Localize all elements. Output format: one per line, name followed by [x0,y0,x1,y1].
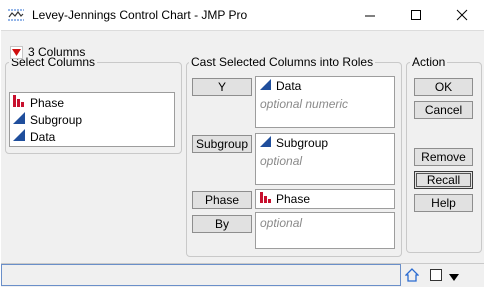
title-bar: Levey-Jennings Control Chart - JMP Pro [0,0,485,30]
window-toggle-icon[interactable] [429,268,443,285]
column-name: Subgroup [30,112,83,127]
home-icon[interactable] [404,268,420,285]
close-icon [456,9,468,21]
role-item[interactable]: Phase [259,192,310,206]
role-hint: optional [260,216,303,230]
role-item[interactable]: Subgroup [259,136,328,150]
close-button[interactable] [439,0,485,30]
role-value: Data [276,79,302,93]
control-chart-icon [8,8,24,22]
cast-roles-heading: Cast Selected Columns into Roles [189,55,376,69]
phase-role-box[interactable]: Phase [255,189,395,209]
continuous-icon [12,112,26,127]
y-role-box[interactable]: Data optional numeric [255,76,395,128]
maximize-button[interactable] [393,0,439,30]
phase-role-button[interactable]: Phase [192,191,252,209]
columns-count-label: 3 Columns [28,45,86,59]
nominal-icon [12,95,26,110]
minimize-button[interactable] [347,0,393,30]
recall-button[interactable]: Recall [414,171,473,189]
role-hint: optional numeric [260,97,349,111]
by-role-button[interactable]: By [192,215,252,233]
role-value: Phase [276,192,311,206]
continuous-icon [12,129,26,144]
column-name: Data [30,129,56,144]
remove-button[interactable]: Remove [414,148,473,166]
disclosure-menu-icon[interactable] [10,45,23,59]
subgroup-role-box[interactable]: Subgroup optional [255,133,395,185]
y-role-button[interactable]: Y [192,78,252,96]
window-title: Levey-Jennings Control Chart - JMP Pro [32,8,248,22]
role-item[interactable]: Data [259,79,301,93]
columns-list[interactable]: Phase Subgroup Data [9,92,175,147]
status-bar-area [1,264,401,286]
cancel-button[interactable]: Cancel [414,101,473,119]
list-item[interactable]: Data [12,128,55,145]
subgroup-role-button[interactable]: Subgroup [192,135,252,153]
role-hint: optional [260,154,303,168]
list-item[interactable]: Phase [12,94,64,111]
dropdown-icon[interactable] [449,271,459,285]
minimize-icon [365,15,375,17]
help-button[interactable]: Help [414,194,473,212]
columns-count-header[interactable]: 3 Columns [10,45,85,59]
continuous-icon [259,136,272,150]
continuous-icon [259,79,272,93]
nominal-icon [259,192,272,206]
status-bar [1,263,484,287]
action-heading: Action [410,55,448,69]
role-value: Subgroup [276,136,329,150]
maximize-icon [411,10,421,20]
by-role-box[interactable]: optional [255,212,395,249]
ok-button[interactable]: OK [414,78,473,96]
list-item[interactable]: Subgroup [12,111,82,128]
column-name: Phase [30,95,65,110]
